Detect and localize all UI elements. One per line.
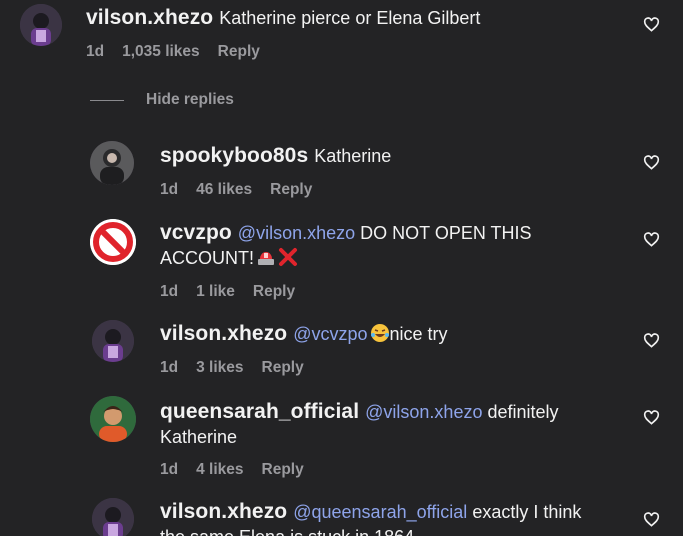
reply-button[interactable]: Reply xyxy=(253,283,295,300)
comment-text-line2: the same Elena is stuck in 1864 xyxy=(160,527,414,536)
mention-link[interactable]: @vilson.xhezo xyxy=(238,223,355,243)
comment-text: Katherine xyxy=(314,146,392,166)
username[interactable]: vilson.xhezo xyxy=(160,322,287,345)
avatar[interactable] xyxy=(20,4,62,46)
reply-button[interactable]: Reply xyxy=(270,181,312,198)
username[interactable]: queensarah_official xyxy=(160,400,359,423)
mention-link[interactable]: @vilson.xhezo xyxy=(365,402,482,422)
heart-outline-icon[interactable] xyxy=(643,333,660,348)
heart-outline-icon[interactable] xyxy=(643,512,660,527)
laughing-tears-emoji xyxy=(370,323,390,343)
cross-mark-emoji xyxy=(278,247,298,267)
heart-outline-icon[interactable] xyxy=(643,155,660,170)
likes-count[interactable]: 1,035 likes xyxy=(122,43,200,60)
likes-count[interactable]: 1 like xyxy=(196,283,235,300)
likes-count[interactable]: 4 likes xyxy=(196,461,243,478)
avatar[interactable] xyxy=(92,498,134,536)
hide-replies-label: Hide replies xyxy=(146,91,234,108)
prohibited-avatar-icon[interactable] xyxy=(90,219,136,265)
avatar[interactable] xyxy=(90,396,136,442)
mention-link[interactable]: @vcvzpo xyxy=(293,324,367,344)
timestamp: 1d xyxy=(86,43,105,60)
heart-outline-icon[interactable] xyxy=(643,17,660,32)
comment-text: exactly I think xyxy=(472,502,582,522)
reply-button[interactable]: Reply xyxy=(218,43,260,60)
comment-text: nice try xyxy=(389,324,448,344)
username[interactable]: spookyboo80s xyxy=(160,144,308,167)
comment-text: definitely xyxy=(487,402,559,422)
timestamp: 1d xyxy=(160,283,179,300)
police-light-emoji xyxy=(256,247,276,267)
likes-count[interactable]: 3 likes xyxy=(196,359,243,376)
username[interactable]: vilson.xhezo xyxy=(86,6,213,29)
timestamp: 1d xyxy=(160,461,179,478)
comment-text: Katherine pierce or Elena Gilbert xyxy=(219,8,481,28)
heart-outline-icon[interactable] xyxy=(643,410,660,425)
avatar[interactable] xyxy=(92,320,134,362)
timestamp: 1d xyxy=(160,181,179,198)
comments-screen: vilson.xhezo Katherine pierce or Elena Gi… xyxy=(0,0,683,536)
reply-button[interactable]: Reply xyxy=(262,359,304,376)
likes-count[interactable]: 46 likes xyxy=(196,181,252,198)
comment-text-line2: ACCOUNT! xyxy=(160,248,254,268)
hide-replies-button[interactable]: Hide replies xyxy=(90,91,234,109)
timestamp: 1d xyxy=(160,359,179,376)
avatar[interactable] xyxy=(90,141,134,185)
username[interactable]: vilson.xhezo xyxy=(160,500,287,523)
username[interactable]: vcvzpo xyxy=(160,221,232,244)
divider xyxy=(90,99,124,101)
reply-button[interactable]: Reply xyxy=(262,461,304,478)
comment-text-line2: Katherine xyxy=(160,427,238,447)
comment-text: DO NOT OPEN THIS xyxy=(360,223,532,243)
mention-link[interactable]: @queensarah_official xyxy=(293,502,467,522)
heart-outline-icon[interactable] xyxy=(643,232,660,247)
